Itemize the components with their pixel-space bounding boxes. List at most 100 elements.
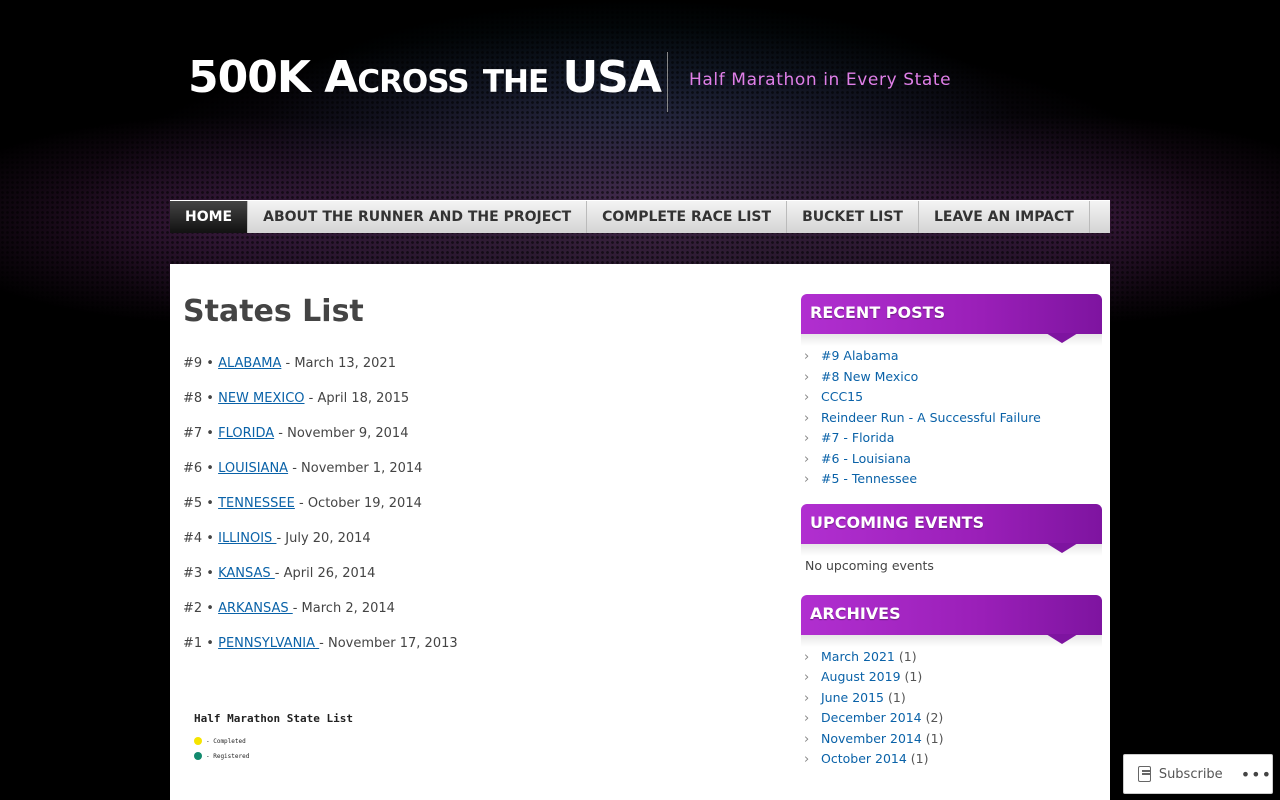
archives-widget: ARCHIVES › March 2021 (1) › August 2019 (1… (801, 594, 1102, 770)
state-number: #6 • (183, 461, 214, 476)
state-link[interactable]: ILLINOIS (218, 531, 276, 546)
state-number: #5 • (183, 496, 214, 511)
sidebar: RECENT POSTS › #9 Alabama › #8 New Mexico … (801, 294, 1102, 770)
page-title: States List (183, 294, 364, 329)
post-link[interactable]: #9 Alabama (821, 348, 899, 363)
state-map-image: Half Marathon State List - Completed - R… (193, 704, 593, 800)
archive-count: (1) (925, 730, 944, 746)
list-item: › Reindeer Run - A Successful Failure (804, 408, 1102, 429)
archive-link[interactable]: October 2014 (821, 751, 907, 766)
main-nav: HOME ABOUT THE RUNNER AND THE PROJECT CO… (170, 200, 1110, 233)
chevron-right-icon: › (804, 752, 810, 767)
archive-count: (1) (898, 648, 917, 664)
chevron-right-icon: › (804, 472, 810, 487)
list-item: › June 2015 (1) (804, 688, 1102, 709)
legend-label: - Registered (206, 752, 250, 760)
state-date: - November 1, 2014 (288, 461, 423, 476)
reader-icon (1138, 766, 1151, 782)
list-item: › August 2019 (1) (804, 667, 1102, 688)
nav-item-race-list[interactable]: COMPLETE RACE LIST (587, 201, 788, 233)
state-row: #5 • TENNESSEE - October 19, 2014 (183, 492, 458, 527)
map-title: Half Marathon State List (194, 712, 353, 725)
list-item: › CCC15 (804, 387, 1102, 408)
chevron-right-icon: › (804, 431, 810, 446)
archive-count: (1) (904, 669, 923, 684)
post-link[interactable]: CCC15 (821, 389, 863, 404)
state-number: #1 • (183, 636, 214, 651)
state-row: #6 • LOUISIANA - November 1, 2014 (183, 457, 458, 492)
title-divider (667, 52, 668, 112)
archive-link[interactable]: March 2021 (821, 649, 895, 664)
state-row: #8 • NEW MEXICO - April 18, 2015 (183, 387, 458, 422)
state-date: - July 20, 2014 (276, 531, 371, 546)
list-item: › October 2014 (1) (804, 749, 1102, 770)
state-date: - November 9, 2014 (274, 426, 409, 441)
state-number: #4 • (183, 531, 214, 546)
list-item: › #6 - Louisiana (804, 449, 1102, 470)
archives-list: › March 2021 (1) › August 2019 (1) › June 2… (801, 647, 1102, 770)
state-number: #8 • (183, 391, 214, 406)
subscribe-button[interactable]: Subscribe (1159, 767, 1223, 782)
state-date: - November 17, 2013 (319, 636, 458, 651)
widget-title: UPCOMING EVENTS (801, 503, 1102, 553)
list-item: › March 2021 (1) (804, 647, 1102, 668)
state-link[interactable]: LOUISIANA (218, 461, 288, 476)
completed-dot-icon (194, 737, 202, 745)
subscribe-bar: Subscribe ••• (1123, 754, 1273, 794)
state-number: #3 • (183, 566, 214, 581)
nav-item-about[interactable]: ABOUT THE RUNNER AND THE PROJECT (248, 201, 588, 233)
chevron-right-icon: › (804, 670, 810, 685)
state-link[interactable]: TENNESSEE (218, 496, 295, 511)
state-link[interactable]: ALABAMA (218, 356, 281, 371)
registered-dot-icon (194, 752, 202, 760)
site-title[interactable]: 500K Across the USA (188, 52, 662, 103)
archive-link[interactable]: December 2014 (821, 710, 922, 725)
list-item: › November 2014 (1) (804, 729, 1102, 750)
chevron-right-icon: › (804, 711, 810, 726)
chevron-right-icon: › (804, 731, 810, 747)
state-link[interactable]: FLORIDA (218, 426, 274, 441)
list-item: › #8 New Mexico (804, 367, 1102, 388)
upcoming-events-text: No upcoming events (805, 557, 934, 573)
post-link[interactable]: #8 New Mexico (821, 369, 918, 384)
state-row: #2 • ARKANSAS - March 2, 2014 (183, 597, 458, 632)
state-date: - March 13, 2021 (281, 356, 396, 371)
site-tagline: Half Marathon in Every State (689, 70, 952, 90)
state-number: #9 • (183, 356, 214, 371)
post-link[interactable]: #7 - Florida (821, 430, 894, 445)
post-link[interactable]: #6 - Louisiana (821, 451, 911, 466)
chevron-right-icon: › (804, 369, 810, 385)
state-link[interactable]: NEW MEXICO (218, 391, 304, 406)
state-date: - April 18, 2015 (304, 391, 410, 406)
state-link[interactable]: ARKANSAS (218, 601, 293, 616)
state-date: - April 26, 2014 (274, 566, 376, 581)
nav-item-home[interactable]: HOME (170, 201, 249, 233)
state-row: #3 • KANSAS - April 26, 2014 (183, 562, 458, 597)
nav-item-bucket-list[interactable]: BUCKET LIST (787, 201, 919, 233)
recent-posts-widget: RECENT POSTS › #9 Alabama › #8 New Mexico … (801, 294, 1102, 490)
chevron-right-icon: › (804, 690, 810, 706)
chevron-right-icon: › (804, 390, 810, 405)
chevron-right-icon: › (804, 451, 810, 467)
state-link[interactable]: PENNSYLVANIA (218, 636, 319, 651)
recent-posts-list: › #9 Alabama › #8 New Mexico › CCC15 › Reind… (801, 346, 1102, 490)
nav-item-leave-impact[interactable]: LEAVE AN IMPACT (919, 201, 1090, 233)
legend-completed: - Completed (194, 737, 246, 745)
archive-link[interactable]: November 2014 (821, 731, 922, 746)
chevron-right-icon: › (804, 410, 810, 426)
archive-link[interactable]: June 2015 (821, 690, 884, 705)
legend-registered: - Registered (194, 752, 249, 760)
state-row: #1 • PENNSYLVANIA - November 17, 2013 (183, 632, 458, 667)
archive-link[interactable]: August 2019 (821, 669, 901, 684)
post-link[interactable]: Reindeer Run - A Successful Failure (821, 410, 1041, 425)
legend-label: - Completed (206, 737, 246, 745)
states-list: #9 • ALABAMA - March 13, 2021 #8 • NEW M… (183, 352, 458, 667)
state-number: #7 • (183, 426, 214, 441)
post-link[interactable]: #5 - Tennessee (821, 471, 917, 486)
archive-count: (1) (888, 689, 906, 705)
content-area: States List #9 • ALABAMA - March 13, 202… (170, 264, 1110, 800)
widget-title: RECENT POSTS (801, 294, 1102, 343)
state-row: #9 • ALABAMA - March 13, 2021 (183, 352, 458, 387)
more-options-icon[interactable]: ••• (1241, 765, 1272, 784)
state-link[interactable]: KANSAS (218, 566, 275, 581)
